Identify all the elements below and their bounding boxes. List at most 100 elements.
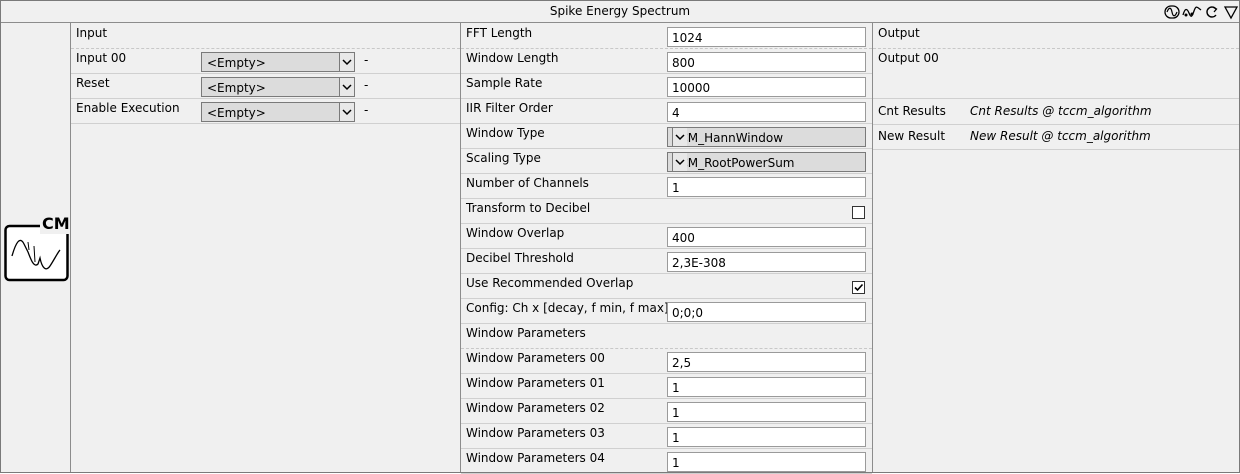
window-overlap-input[interactable]: 400 xyxy=(667,227,866,247)
param-row-use-recommended-overlap: Use Recommended Overlap xyxy=(461,273,872,299)
field-value: 1 xyxy=(672,181,680,195)
field-value: 400 xyxy=(672,231,695,245)
signal-view-icon[interactable] xyxy=(1164,4,1180,20)
output-row-new-result: New Result New Result @ tccm_algorithm xyxy=(873,124,1239,150)
param-row-window-parameters-04: Window Parameters 04 1 xyxy=(461,448,872,474)
window-parameters-00-input[interactable]: 2,5 xyxy=(667,352,866,372)
param-label: Window Parameters 03 xyxy=(466,426,605,440)
param-label: FFT Length xyxy=(466,26,533,40)
decibel-threshold-input[interactable]: 2,3E-308 xyxy=(667,252,866,272)
param-row-fft-length: FFT Length 1024 xyxy=(461,23,872,49)
window-title: Spike Energy Spectrum xyxy=(549,4,691,18)
output-label: Output 00 xyxy=(878,51,939,65)
input-label: Input 00 xyxy=(76,51,127,65)
param-row-window-overlap: Window Overlap 400 xyxy=(461,223,872,249)
condition-monitoring-icon: CM xyxy=(4,214,70,282)
field-value: 1024 xyxy=(672,31,703,45)
param-row-window-parameters-01: Window Parameters 01 1 xyxy=(461,373,872,399)
param-label: Window Type xyxy=(466,126,545,140)
param-label: Scaling Type xyxy=(466,151,541,165)
number-of-channels-input[interactable]: 1 xyxy=(667,177,866,197)
fft-length-input[interactable]: 1024 xyxy=(667,27,866,47)
param-row-window-parameters-02: Window Parameters 02 1 xyxy=(461,398,872,424)
field-value: 0;0;0 xyxy=(672,306,703,320)
window-parameters-03-input[interactable]: 1 xyxy=(667,427,866,447)
chevron-down-icon[interactable] xyxy=(339,78,354,96)
field-value: eCM_HannWindow xyxy=(672,131,784,145)
field-value: 2,3E-308 xyxy=(672,256,726,270)
select-value: <Empty> xyxy=(207,106,266,120)
collapse-icon[interactable] xyxy=(1223,4,1239,20)
param-label: Sample Rate xyxy=(466,76,543,90)
input-panel: Input Input 00 <Empty> - Reset <Empty> - xyxy=(71,23,461,472)
input-00-select[interactable]: <Empty> xyxy=(201,52,355,72)
chevron-down-icon[interactable] xyxy=(672,153,687,171)
input-label: Reset xyxy=(76,76,110,90)
window-length-input[interactable]: 800 xyxy=(667,52,866,72)
output-header-row: Output xyxy=(873,23,1239,49)
param-label: Window Length xyxy=(466,51,559,65)
param-label: Config: Ch x [decay, f min, f max] xyxy=(466,301,669,315)
field-value: 1 xyxy=(672,406,680,420)
field-value: 1 xyxy=(672,431,680,445)
param-label: Transform to Decibel xyxy=(466,201,591,215)
param-row-window-parameters: Window Parameters xyxy=(461,323,872,349)
select-value: <Empty> xyxy=(207,56,266,70)
block-icon-column: CM xyxy=(1,23,71,472)
block-window: Spike Energy Spectrum CM Input Input 00 … xyxy=(0,0,1240,474)
input-row-enable-execution: Enable Execution <Empty> - xyxy=(71,98,460,124)
output-header: Output xyxy=(878,26,920,40)
param-label: Window Parameters 00 xyxy=(466,351,605,365)
input-status: - xyxy=(364,53,369,67)
chevron-down-icon[interactable] xyxy=(672,128,687,146)
field-value: 800 xyxy=(672,56,695,70)
param-row-transform-to-decibel: Transform to Decibel xyxy=(461,198,872,224)
output-binding[interactable]: Cnt Results @ tccm_algorithm xyxy=(970,104,1152,118)
output-panel: Output Output 00 Cnt Results Cnt Results… xyxy=(873,23,1239,472)
input-header: Input xyxy=(76,26,108,40)
param-row-window-length: Window Length 800 xyxy=(461,48,872,74)
field-value: 10000 xyxy=(672,81,711,95)
iir-filter-order-input[interactable]: 4 xyxy=(667,102,866,122)
select-value: <Empty> xyxy=(207,81,266,95)
transform-to-decibel-checkbox[interactable] xyxy=(852,206,865,219)
enable-execution-select[interactable]: <Empty> xyxy=(201,102,355,122)
chevron-down-icon[interactable] xyxy=(339,103,354,121)
param-label: Window Parameters 02 xyxy=(466,401,605,415)
param-row-config-ch-x-decay-f-min-f-max: Config: Ch x [decay, f min, f max] 0;0;0 xyxy=(461,298,872,324)
param-label: Window Parameters 04 xyxy=(466,451,605,465)
param-row-window-parameters-00: Window Parameters 00 2,5 xyxy=(461,348,872,374)
window-parameters-02-input[interactable]: 1 xyxy=(667,402,866,422)
field-value: 1 xyxy=(672,381,680,395)
title-bar: Spike Energy Spectrum xyxy=(1,1,1239,23)
chevron-down-icon[interactable] xyxy=(339,53,354,71)
output-label: New Result xyxy=(878,129,946,143)
refresh-icon[interactable] xyxy=(1204,4,1220,20)
use-recommended-overlap-checkbox[interactable] xyxy=(852,281,865,294)
waveform-icon[interactable] xyxy=(1182,4,1202,20)
cm-label: CM xyxy=(42,214,70,233)
scaling-type-select[interactable]: eCM_RootPowerSum xyxy=(667,152,866,172)
input-label: Enable Execution xyxy=(76,101,180,115)
window-type-select[interactable]: eCM_HannWindow xyxy=(667,127,866,147)
field-value: eCM_RootPowerSum xyxy=(672,156,795,170)
param-label: Window Parameters xyxy=(466,326,586,340)
window-parameters-01-input[interactable]: 1 xyxy=(667,377,866,397)
output-label: Cnt Results xyxy=(878,104,946,118)
input-status: - xyxy=(364,78,369,92)
param-row-window-parameters-03: Window Parameters 03 1 xyxy=(461,423,872,449)
config-ch-x-decay-f-min-f-max-input[interactable]: 0;0;0 xyxy=(667,302,866,322)
output-row-00: Output 00 xyxy=(873,48,1239,99)
param-row-window-type: Window Type eCM_HannWindow xyxy=(461,123,872,149)
field-value: 4 xyxy=(672,106,680,120)
input-status: - xyxy=(364,103,369,117)
output-binding[interactable]: New Result @ tccm_algorithm xyxy=(970,129,1151,143)
param-row-scaling-type: Scaling Type eCM_RootPowerSum xyxy=(461,148,872,174)
sample-rate-input[interactable]: 10000 xyxy=(667,77,866,97)
reset-select[interactable]: <Empty> xyxy=(201,77,355,97)
input-header-row: Input xyxy=(71,23,460,49)
input-row-00: Input 00 <Empty> - xyxy=(71,48,460,74)
window-parameters-04-input[interactable]: 1 xyxy=(667,452,866,472)
field-value: 2,5 xyxy=(672,356,692,370)
param-label: Decibel Threshold xyxy=(466,251,574,265)
